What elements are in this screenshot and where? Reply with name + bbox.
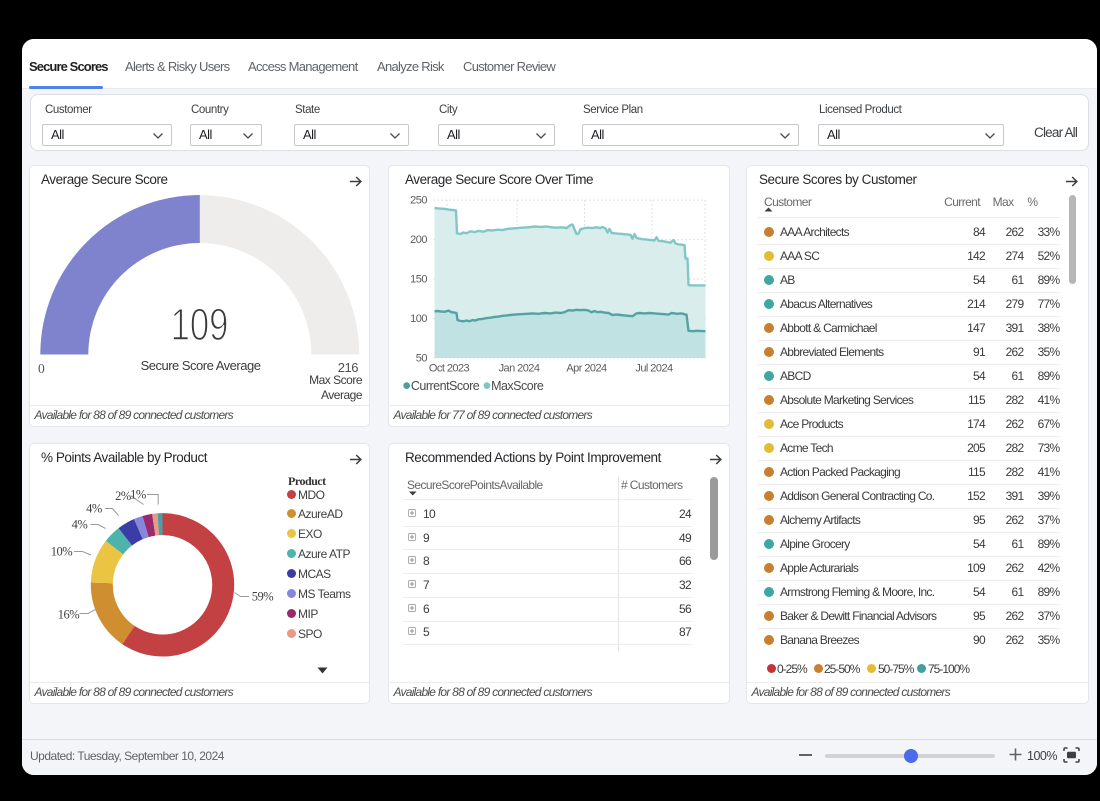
svg-text:4%: 4% — [72, 518, 88, 532]
svg-text:Jul 2024: Jul 2024 — [635, 363, 673, 375]
svg-text:Oct 2023: Oct 2023 — [429, 363, 470, 375]
svg-text:Apr 2024: Apr 2024 — [566, 363, 607, 375]
svg-text:50: 50 — [416, 353, 428, 365]
svg-text:2%: 2% — [115, 489, 131, 503]
svg-text:Jan 2024: Jan 2024 — [499, 363, 540, 375]
svg-text:100: 100 — [410, 313, 427, 325]
svg-text:4%: 4% — [86, 502, 102, 516]
svg-text:10%: 10% — [51, 545, 73, 559]
svg-text:59%: 59% — [252, 590, 274, 604]
svg-text:250: 250 — [410, 195, 427, 207]
svg-text:16%: 16% — [58, 608, 80, 622]
svg-text:1%: 1% — [130, 488, 146, 502]
svg-text:150: 150 — [410, 274, 427, 286]
svg-text:200: 200 — [410, 234, 427, 246]
